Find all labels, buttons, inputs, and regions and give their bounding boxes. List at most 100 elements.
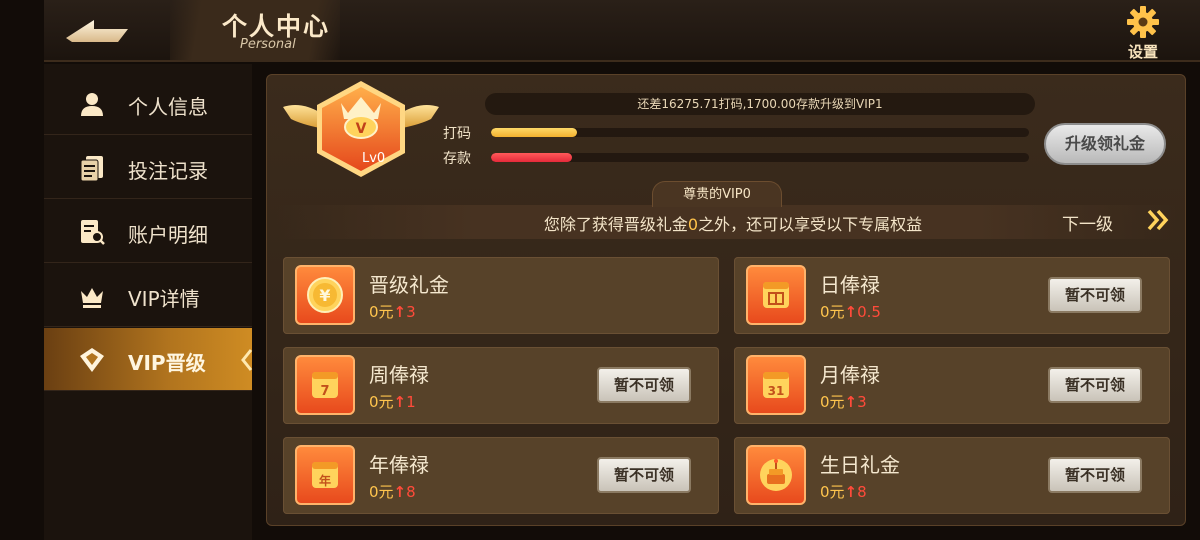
claim-button[interactable]: 暂不可领 — [597, 457, 691, 493]
deposit-progress-label: 存款 — [443, 151, 471, 167]
benefit-card-daily-salary: 日俸禄 0元↑0.5 暂不可领 — [734, 257, 1170, 334]
benefit-name: 生日礼金 — [820, 453, 900, 477]
claim-button[interactable]: 暂不可领 — [1048, 367, 1142, 403]
benefit-base-value: 0元 — [369, 393, 394, 411]
svg-text:¥: ¥ — [319, 286, 330, 305]
next-level-link[interactable]: 下一级 — [1062, 210, 1113, 235]
vip-tier-tab: 尊贵的VIP0 — [652, 181, 782, 207]
chevron-left-icon — [241, 349, 253, 371]
benefit-name: 年俸禄 — [369, 453, 429, 477]
benefit-value: 0元↑1 — [369, 391, 416, 412]
sidebar-item-label: VIP晋级 — [128, 351, 206, 375]
benefit-base-value: 0元 — [369, 303, 394, 321]
back-arrow-icon — [66, 20, 128, 42]
sidebar-item-label: VIP详情 — [128, 287, 200, 311]
benefit-card-yearly-salary: 年 年俸禄 0元↑8 暂不可领 — [283, 437, 719, 514]
vip-level-badge: V Lv0 — [281, 79, 441, 189]
benefit-highlight: 0 — [687, 215, 699, 234]
benefit-base-value: 0元 — [820, 303, 845, 321]
yuan-coin-icon: ¥ — [307, 277, 343, 313]
bet-progress-label: 打码 — [443, 126, 471, 142]
sidebar-item-vip-upgrade[interactable]: VIP晋级 — [44, 328, 253, 391]
sidebar-item-personal-info[interactable]: 个人信息 — [44, 72, 252, 135]
arrow-up-icon: ↑ — [393, 483, 407, 501]
crown-icon — [81, 288, 103, 308]
calendar-number: 年 — [319, 473, 331, 488]
settings-label: 设置 — [1127, 43, 1158, 61]
benefit-increase-value: 3 — [406, 303, 416, 321]
icon-tile — [746, 265, 806, 325]
benefit-base-value: 0元 — [820, 483, 845, 501]
sidebar-item-account-details[interactable]: 账户明细 — [44, 200, 252, 263]
icon-tile: 31 — [746, 355, 806, 415]
benefit-base-value: 0元 — [820, 393, 845, 411]
benefit-card-monthly-salary: 31 月俸禄 0元↑3 暂不可领 — [734, 347, 1170, 424]
benefit-name: 日俸禄 — [820, 273, 880, 297]
benefit-increase-value: 1 — [406, 393, 416, 411]
upgrade-claim-button[interactable]: 升级领礼金 — [1044, 123, 1166, 165]
icon-tile: 7 — [295, 355, 355, 415]
calendar-number: 7 — [320, 384, 329, 399]
sidebar-item-label: 投注记录 — [128, 159, 208, 183]
icon-tile: ¥ — [295, 265, 355, 325]
deposit-progress-fill — [491, 153, 572, 162]
birthday-cake-icon — [760, 459, 792, 491]
arrow-up-icon: ↑ — [393, 393, 407, 411]
arrow-up-icon: ↑ — [844, 303, 858, 321]
arrow-up-icon: ↑ — [393, 303, 407, 321]
benefit-name: 晋级礼金 — [369, 273, 449, 297]
sidebar-item-bet-records[interactable]: 投注记录 — [44, 136, 252, 199]
document-list-icon — [80, 156, 103, 182]
document-search-icon — [81, 220, 105, 245]
icon-tile — [746, 445, 806, 505]
claim-button[interactable]: 暂不可领 — [597, 367, 691, 403]
benefit-increase-value: 8 — [857, 483, 867, 501]
benefit-name: 周俸禄 — [369, 363, 429, 387]
benefit-increase-value: 3 — [857, 393, 867, 411]
benefit-value: 0元↑0.5 — [820, 301, 881, 322]
sidebar-item-label: 账户明细 — [128, 223, 208, 247]
settings-button[interactable]: 设置 — [1118, 5, 1168, 61]
benefit-value: 0元↑3 — [369, 301, 416, 322]
vip-shield-icon: V — [283, 81, 439, 177]
sidebar-item-label: 个人信息 — [128, 95, 208, 119]
svg-text:V: V — [356, 121, 367, 137]
sidebar-item-vip-details[interactable]: VIP详情 — [44, 264, 252, 327]
page-subtitle: Personal — [240, 37, 296, 52]
calendar-day-icon — [763, 282, 789, 308]
icon-tile: 年 — [295, 445, 355, 505]
benefit-increase-value: 8 — [406, 483, 416, 501]
user-icon — [81, 93, 103, 116]
bet-progress-bar — [491, 128, 1029, 137]
double-chevron-right-icon[interactable] — [1145, 207, 1171, 233]
calendar-year-icon: 年 — [312, 462, 338, 488]
back-button[interactable] — [64, 14, 134, 46]
upgrade-progress-text: 还差16275.71打码,1700.00存款升级到VIP1 — [485, 93, 1035, 115]
benefit-card-weekly-salary: 7 周俸禄 0元↑1 暂不可领 — [283, 347, 719, 424]
benefit-base-value: 0元 — [369, 483, 394, 501]
diamond-badge-icon — [80, 348, 104, 372]
benefit-description: 您除了获得晋级礼金0之外，还可以享受以下专属权益 — [267, 211, 1199, 235]
vip-panel: V Lv0 还差16275.71打码,1700.00存款升级到VIP1 打码 存… — [266, 74, 1186, 526]
benefit-value: 0元↑8 — [369, 481, 416, 502]
gear-icon — [1127, 6, 1159, 38]
claim-button[interactable]: 暂不可领 — [1048, 457, 1142, 493]
sidebar: 个人信息 投注记录 账户明细 VIP详情 VIP晋级 — [44, 64, 253, 540]
benefit-name: 月俸禄 — [820, 363, 880, 387]
benefit-text-post: 之外，还可以享受以下专属权益 — [698, 215, 923, 234]
deposit-progress-bar — [491, 153, 1029, 162]
benefit-text-pre: 您除了获得晋级礼金 — [543, 215, 688, 234]
vip-level-label: Lv0 — [362, 151, 386, 166]
calendar-number: 31 — [768, 384, 785, 398]
benefit-card-birthday-bonus: 生日礼金 0元↑8 暂不可领 — [734, 437, 1170, 514]
bet-progress-fill — [491, 128, 578, 137]
benefit-card-upgrade-bonus: ¥ 晋级礼金 0元↑3 — [283, 257, 719, 334]
benefit-increase-value: 0.5 — [857, 303, 881, 321]
benefit-value: 0元↑8 — [820, 481, 867, 502]
arrow-up-icon: ↑ — [844, 483, 858, 501]
claim-button[interactable]: 暂不可领 — [1048, 277, 1142, 313]
arrow-up-icon: ↑ — [844, 393, 858, 411]
calendar-7-icon: 7 — [312, 372, 338, 399]
benefit-value: 0元↑3 — [820, 391, 867, 412]
calendar-31-icon: 31 — [763, 372, 789, 398]
